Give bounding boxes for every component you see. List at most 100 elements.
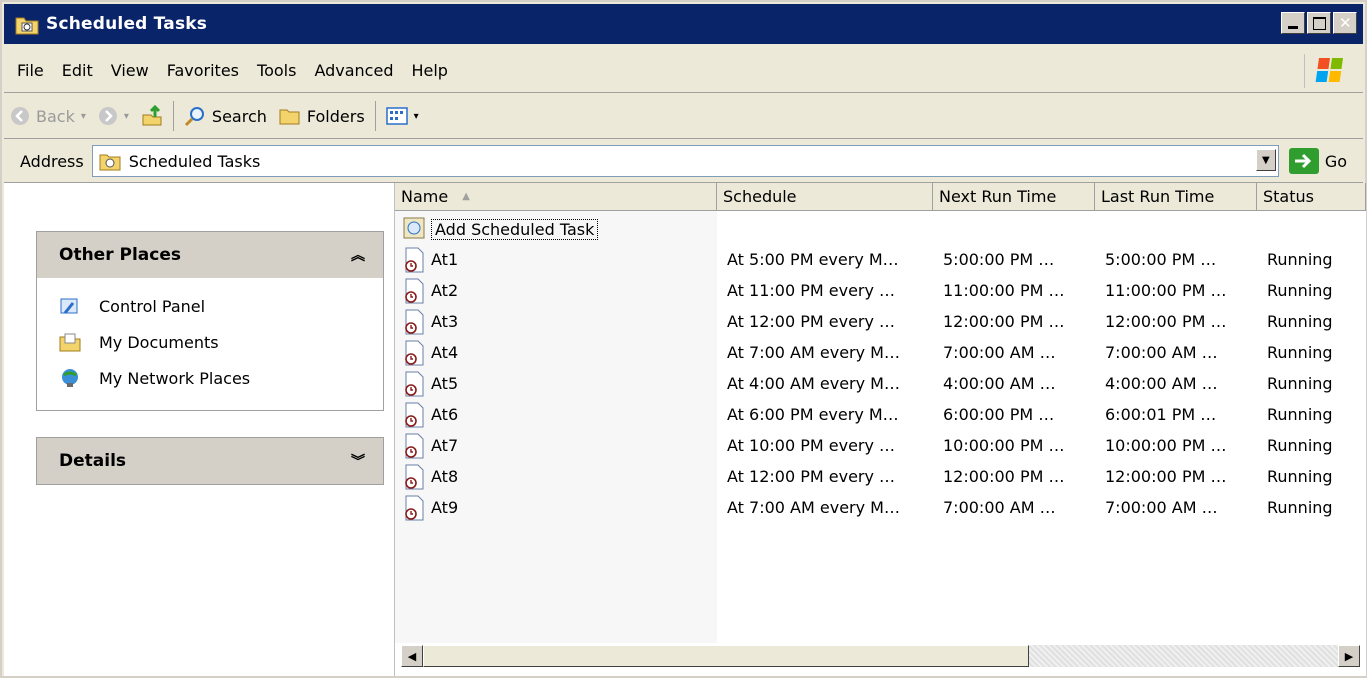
up-folder-button[interactable] [135, 99, 169, 133]
task-row[interactable]: At4 At 7:00 AM every M… 7:00:00 AM … 7:00:0… [395, 337, 1366, 368]
scheduled-task-icon [405, 309, 424, 334]
column-header-last-run[interactable]: Last Run Time [1095, 183, 1257, 211]
task-row[interactable]: At9 At 7:00 AM every M… 7:00:00 AM … 7:00:0… [395, 492, 1366, 523]
task-name: At1 [431, 250, 459, 269]
scheduled-task-icon [405, 495, 424, 520]
menu-tools[interactable]: Tools [248, 61, 305, 80]
menu-help[interactable]: Help [402, 61, 456, 80]
column-header-schedule[interactable]: Schedule [717, 183, 933, 211]
collapse-chevron-icon[interactable]: ︽ [351, 245, 365, 265]
column-header-name[interactable]: Name ▲ [395, 183, 717, 211]
details-title: Details [59, 451, 127, 471]
task-next-run: 12:00:00 PM … [943, 312, 1065, 331]
go-arrow-icon [1288, 148, 1319, 174]
add-task-row[interactable]: Add Scheduled Task [395, 215, 1366, 244]
add-task-wizard-icon [403, 217, 425, 238]
task-row[interactable]: At1 At 5:00 PM every M… 5:00:00 PM … 5:00:0… [395, 244, 1366, 275]
scheduled-task-icon [405, 278, 424, 303]
toolbar-separator [374, 101, 376, 131]
menu-file[interactable]: File [8, 61, 53, 80]
address-field[interactable]: Scheduled Tasks ▼ [91, 145, 1279, 177]
horizontal-scrollbar[interactable]: ◀ ▶ [401, 645, 1360, 667]
other-places-title: Other Places [59, 245, 181, 265]
minimize-button[interactable] [1281, 12, 1305, 34]
go-button[interactable]: Go [1288, 148, 1347, 174]
scheduled-task-icon [405, 247, 424, 272]
folders-button[interactable]: Folders [273, 99, 371, 133]
menu-edit[interactable]: Edit [53, 61, 102, 80]
back-label: Back [36, 106, 75, 126]
go-label: Go [1324, 151, 1347, 171]
search-icon [184, 107, 204, 127]
menu-favorites[interactable]: Favorites [158, 61, 248, 80]
menu-view[interactable]: View [102, 61, 158, 80]
views-button[interactable]: ▾ [380, 99, 425, 133]
other-places-header[interactable]: Other Places ︽ [37, 232, 383, 278]
task-rows: Add Scheduled Task At1 At 5:00 PM every M… [395, 215, 1366, 523]
task-last-run: 7:00:00 AM … [1105, 343, 1218, 362]
explorer-window: Scheduled Tasks ✕ File Edit View Favorit… [0, 0, 1367, 678]
toolbar-separator [172, 101, 174, 131]
task-status: Running [1267, 343, 1333, 362]
scroll-left-button[interactable]: ◀ [401, 645, 423, 667]
place-my-network-places[interactable]: My Network Places [37, 360, 383, 396]
task-name: At6 [431, 405, 459, 424]
task-status: Running [1267, 436, 1333, 455]
folders-icon [279, 109, 300, 125]
expand-chevron-icon[interactable]: ︾ [351, 451, 365, 471]
task-schedule: At 12:00 PM every … [727, 467, 896, 486]
forward-button[interactable]: ▾ [92, 99, 135, 133]
column-label: Schedule [723, 187, 797, 206]
details-header[interactable]: Details ︾ [37, 438, 383, 484]
search-button[interactable]: Search [178, 99, 273, 133]
scheduled-tasks-folder-icon [99, 154, 121, 171]
search-label: Search [211, 106, 267, 126]
task-row[interactable]: At2 At 11:00 PM every … 11:00:00 PM … 11:00… [395, 275, 1366, 306]
task-schedule: At 4:00 AM every M… [727, 374, 900, 393]
add-task-label: Add Scheduled Task [431, 219, 599, 240]
task-row[interactable]: At7 At 10:00 PM every … 10:00:00 PM … 10:00… [395, 430, 1366, 461]
task-status: Running [1267, 374, 1333, 393]
menu-advanced[interactable]: Advanced [305, 61, 402, 80]
column-header-status[interactable]: Status [1257, 183, 1366, 211]
scroll-right-button[interactable]: ▶ [1338, 645, 1360, 667]
task-schedule: At 6:00 PM every M… [727, 405, 899, 424]
task-schedule: At 10:00 PM every … [727, 436, 896, 455]
place-control-panel[interactable]: Control Panel [37, 288, 383, 324]
address-dropdown-button[interactable]: ▼ [1255, 149, 1276, 171]
task-list[interactable]: Name ▲ Schedule Next Run Time Last Run T… [394, 183, 1366, 676]
close-button[interactable]: ✕ [1333, 12, 1357, 34]
back-arrow-icon [11, 107, 29, 125]
task-schedule: At 7:00 AM every M… [727, 498, 900, 517]
task-next-run: 4:00:00 AM … [943, 374, 1056, 393]
task-row[interactable]: At8 At 12:00 PM every … 12:00:00 PM … 12:00… [395, 461, 1366, 492]
other-places-panel: Other Places ︽ Control Panel My Document… [36, 231, 384, 411]
task-status: Running [1267, 312, 1333, 331]
back-button[interactable]: Back ▾ [4, 99, 92, 133]
task-last-run: 5:00:00 PM … [1105, 250, 1217, 269]
control-panel-icon [60, 298, 78, 314]
folders-label: Folders [306, 106, 365, 126]
task-row[interactable]: At5 At 4:00 AM every M… 4:00:00 AM … 4:00:0… [395, 368, 1366, 399]
task-name: At9 [431, 498, 459, 517]
task-name: At3 [431, 312, 459, 331]
forward-arrow-icon [98, 107, 117, 125]
column-label: Last Run Time [1101, 187, 1215, 206]
task-next-run: 7:00:00 AM … [943, 343, 1056, 362]
column-label: Name [401, 187, 449, 206]
place-label: Control Panel [99, 296, 206, 316]
title-bar[interactable]: Scheduled Tasks ✕ [4, 4, 1363, 44]
column-headers: Name ▲ Schedule Next Run Time Last Run T… [395, 183, 1366, 211]
task-row[interactable]: At3 At 12:00 PM every … 12:00:00 PM … 12:00… [395, 306, 1366, 337]
task-last-run: 10:00:00 PM … [1105, 436, 1227, 455]
task-next-run: 10:00:00 PM … [943, 436, 1065, 455]
column-header-next-run[interactable]: Next Run Time [933, 183, 1095, 211]
task-row[interactable]: At6 At 6:00 PM every M… 6:00:00 PM … 6:00:0… [395, 399, 1366, 430]
scroll-thumb[interactable] [423, 645, 1029, 667]
task-schedule: At 7:00 AM every M… [727, 343, 900, 362]
column-label: Status [1263, 187, 1314, 206]
maximize-button[interactable] [1307, 12, 1331, 34]
task-last-run: 6:00:01 PM … [1105, 405, 1217, 424]
place-my-documents[interactable]: My Documents [37, 324, 383, 360]
scroll-track[interactable] [1029, 645, 1338, 667]
